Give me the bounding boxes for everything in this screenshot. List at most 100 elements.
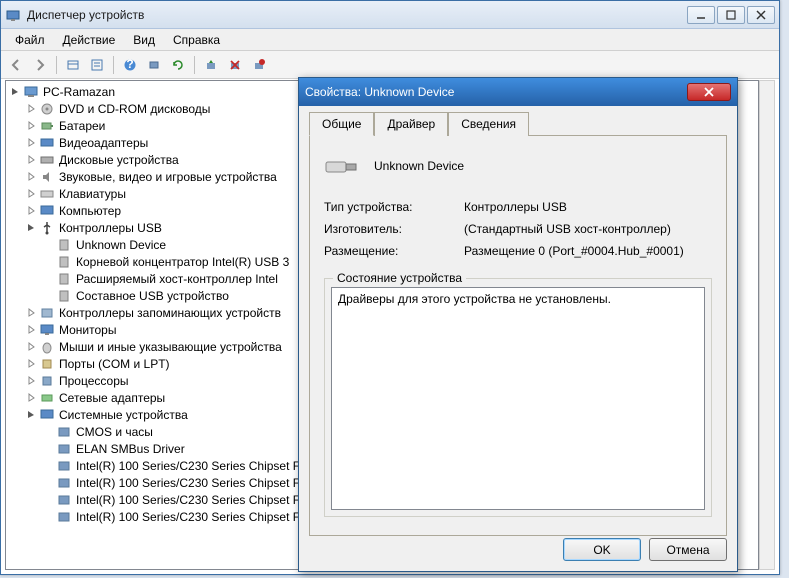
back-button[interactable]: [5, 54, 27, 76]
expand-icon[interactable]: [26, 307, 37, 318]
refresh-button[interactable]: [167, 54, 189, 76]
tree-label: Звуковые, видео и игровые устройства: [59, 170, 277, 184]
expand-icon[interactable]: [26, 154, 37, 165]
property-row: Тип устройства: Контроллеры USB: [324, 200, 712, 214]
tree-label: Батареи: [59, 119, 105, 133]
tree-label: Сетевые адаптеры: [59, 391, 165, 405]
expand-icon[interactable]: [26, 341, 37, 352]
property-value-location: Размещение 0 (Port_#0004.Hub_#0001): [464, 244, 712, 258]
status-legend: Состояние устройства: [333, 271, 466, 285]
property-label-manufacturer: Изготовитель:: [324, 222, 464, 236]
property-row: Изготовитель: (Стандартный USB хост-конт…: [324, 222, 712, 236]
disable-button[interactable]: [248, 54, 270, 76]
tab-driver[interactable]: Драйвер: [374, 112, 448, 136]
expand-icon[interactable]: [26, 171, 37, 182]
storage-icon: [39, 305, 55, 321]
update-driver-button[interactable]: [200, 54, 222, 76]
expand-icon[interactable]: [26, 137, 37, 148]
properties-dialog: Свойства: Unknown Device Общие Драйвер С…: [298, 77, 738, 572]
svg-text:?: ?: [126, 58, 133, 71]
usb-device-icon: [56, 254, 72, 270]
device-name: Unknown Device: [374, 159, 464, 173]
tab-strip: Общие Драйвер Сведения: [309, 112, 727, 136]
show-hidden-button[interactable]: [62, 54, 84, 76]
dialog-body: Общие Драйвер Сведения Unknown Device Ти…: [299, 106, 737, 571]
tree-label: Расширяемый хост-контроллер Intel: [76, 272, 278, 286]
vertical-scrollbar[interactable]: [759, 80, 775, 570]
system-device-icon: [56, 492, 72, 508]
system-device-icon: [56, 475, 72, 491]
menu-help[interactable]: Справка: [165, 31, 228, 49]
tree-label: CMOS и часы: [76, 425, 153, 439]
minimize-button[interactable]: [687, 6, 715, 24]
uninstall-button[interactable]: [224, 54, 246, 76]
tree-label: Системные устройства: [59, 408, 188, 422]
property-value-manufacturer: (Стандартный USB хост-контроллер): [464, 222, 712, 236]
processor-icon: [39, 373, 55, 389]
collapse-icon[interactable]: [10, 86, 21, 97]
expand-icon[interactable]: [26, 103, 37, 114]
menu-view[interactable]: Вид: [125, 31, 163, 49]
titlebar: Диспетчер устройств: [1, 1, 779, 29]
tree-label: Мониторы: [59, 323, 116, 337]
menu-file[interactable]: Файл: [7, 31, 53, 49]
property-label-location: Размещение:: [324, 244, 464, 258]
close-button[interactable]: [747, 6, 775, 24]
ok-button[interactable]: OK: [563, 538, 641, 561]
menubar: Файл Действие Вид Справка: [1, 29, 779, 51]
tree-label: DVD и CD-ROM дисководы: [59, 102, 210, 116]
network-icon: [39, 390, 55, 406]
expand-icon[interactable]: [26, 324, 37, 335]
system-device-icon: [56, 424, 72, 440]
window-title: Диспетчер устройств: [27, 8, 687, 22]
tree-label: Мыши и иные указывающие устройства: [59, 340, 282, 354]
tree-label: Видеоадаптеры: [59, 136, 148, 150]
tree-label: Составное USB устройство: [76, 289, 229, 303]
property-row: Размещение: Размещение 0 (Port_#0004.Hub…: [324, 244, 712, 258]
expand-icon[interactable]: [26, 188, 37, 199]
dialog-titlebar: Свойства: Unknown Device: [299, 78, 737, 106]
device-header: Unknown Device: [324, 152, 712, 180]
collapse-icon[interactable]: [26, 222, 37, 233]
system-device-icon: [56, 458, 72, 474]
expand-icon[interactable]: [26, 358, 37, 369]
system-device-icon: [56, 441, 72, 457]
expand-icon[interactable]: [26, 375, 37, 386]
usb-device-icon: [56, 271, 72, 287]
tree-label: Контроллеры USB: [59, 221, 162, 235]
toolbar-separator: [194, 56, 195, 74]
menu-action[interactable]: Действие: [55, 31, 124, 49]
battery-icon: [39, 118, 55, 134]
mouse-icon: [39, 339, 55, 355]
tree-label: Unknown Device: [76, 238, 166, 252]
toolbar: ?: [1, 51, 779, 79]
collapse-icon[interactable]: [26, 409, 37, 420]
dialog-title: Свойства: Unknown Device: [305, 85, 687, 99]
cancel-button[interactable]: Отмена: [649, 538, 727, 561]
usb-connector-icon: [324, 152, 360, 180]
properties-button[interactable]: [86, 54, 108, 76]
tree-label: Дисковые устройства: [59, 153, 179, 167]
expand-icon[interactable]: [26, 392, 37, 403]
tree-label: Intel(R) 100 Series/C230 Series Chipset …: [76, 476, 300, 490]
tab-details[interactable]: Сведения: [448, 112, 529, 136]
system-device-icon: [56, 509, 72, 525]
dvd-icon: [39, 101, 55, 117]
forward-button[interactable]: [29, 54, 51, 76]
tree-label: Intel(R) 100 Series/C230 Series Chipset …: [76, 493, 300, 507]
help-button[interactable]: ?: [119, 54, 141, 76]
expand-icon[interactable]: [26, 205, 37, 216]
expand-icon[interactable]: [26, 120, 37, 131]
status-text-box[interactable]: Драйверы для этого устройства не установ…: [331, 287, 705, 510]
property-label-type: Тип устройства:: [324, 200, 464, 214]
app-icon: [5, 7, 21, 23]
port-icon: [39, 356, 55, 372]
scan-button[interactable]: [143, 54, 165, 76]
tab-general[interactable]: Общие: [309, 112, 374, 136]
audio-icon: [39, 169, 55, 185]
system-icon: [39, 407, 55, 423]
window-controls: [687, 6, 775, 24]
dialog-close-button[interactable]: [687, 83, 731, 101]
maximize-button[interactable]: [717, 6, 745, 24]
disk-icon: [39, 152, 55, 168]
